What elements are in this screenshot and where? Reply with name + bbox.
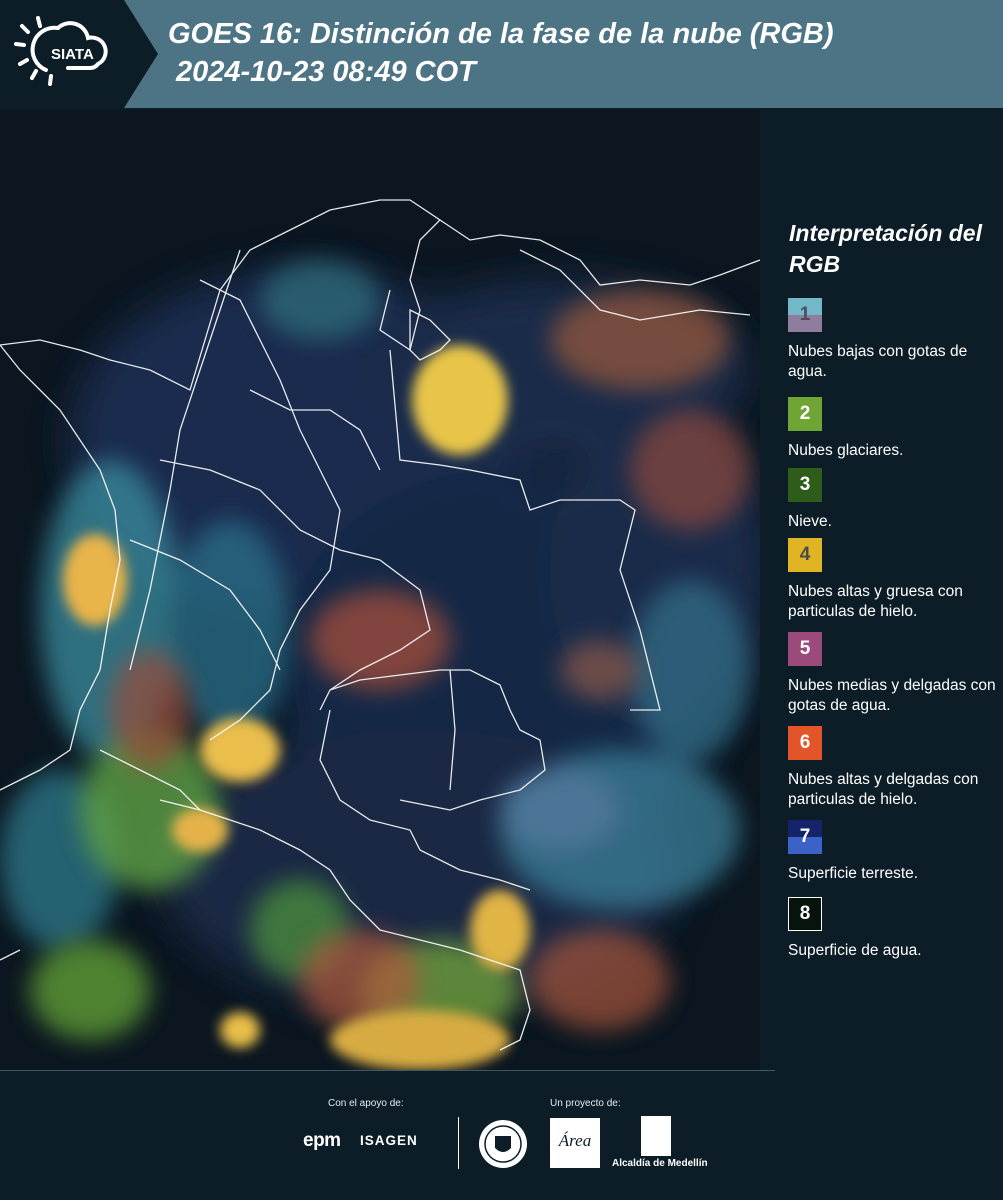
legend-panel: Interpretación del RGB 1 Nubes bajas con …	[760, 110, 1003, 1070]
legend-number: 7	[799, 826, 811, 847]
footer-separator	[0, 1070, 775, 1071]
legend-description: Nubes altas y delgadas con particulas de…	[788, 771, 979, 808]
header-bar: SIATA GOES 16: Distinción de la fase de …	[0, 0, 1003, 108]
siata-logo-text: SIATA	[51, 46, 94, 63]
amva-logo-text: Área	[558, 1131, 592, 1150]
sun-cloud-icon: SIATA	[14, 16, 108, 86]
project-label: Un proyecto de:	[550, 1098, 621, 1109]
legend-title: Interpretación del RGB	[789, 220, 982, 277]
university-seal-icon	[479, 1120, 527, 1168]
legend-item-8: 8 Superficie de agua.	[788, 897, 1003, 961]
legend-description: Nubes glaciares.	[788, 442, 904, 459]
legend-item-2: 2 Nubes glaciares.	[788, 397, 1003, 461]
satellite-rgb-map	[0, 110, 760, 1070]
legend-number: 1	[799, 304, 811, 325]
legend-item-4: 4 Nubes altas y gruesa con particulas de …	[788, 538, 1003, 622]
legend-description: Nubes medias y delgadas con gotas de agu…	[788, 677, 996, 714]
legend-swatch: 6	[788, 726, 822, 760]
legend-swatch: 3	[788, 468, 822, 502]
footer: Con el apoyo de: Un proyecto de: epm ISA…	[0, 1070, 1003, 1200]
alcaldia-crest-icon	[641, 1116, 671, 1156]
satellite-image	[0, 110, 760, 1070]
support-label: Con el apoyo de:	[328, 1098, 404, 1109]
legend-swatch: 7	[788, 820, 822, 854]
legend-swatch: 5	[788, 632, 822, 666]
legend-description: Nubes bajas con gotas de agua.	[788, 343, 968, 380]
legend-item-7: 7 Superficie terreste.	[788, 820, 1003, 884]
siata-logo: SIATA	[0, 0, 158, 108]
alcaldia-label: Alcaldía de Medellín	[612, 1158, 708, 1169]
legend-swatch: 4	[788, 538, 822, 572]
amva-logo: Área	[550, 1118, 600, 1168]
legend-swatch: 8	[788, 897, 822, 931]
footer-divider	[458, 1117, 459, 1169]
legend-item-3: 3 Nieve.	[788, 468, 1003, 532]
legend-description: Superficie terreste.	[788, 865, 919, 882]
epm-logo: epm	[303, 1130, 341, 1151]
legend-description: Superficie de agua.	[788, 942, 922, 959]
page-timestamp: 2024-10-23 08:49 COT	[176, 56, 476, 88]
legend-item-6: 6 Nubes altas y delgadas con particulas d…	[788, 726, 1003, 810]
legend-description: Nieve.	[788, 513, 832, 530]
isagen-logo: ISAGEN	[360, 1133, 418, 1148]
legend-swatch: 1	[788, 298, 822, 332]
page-title: GOES 16: Distinción de la fase de la nub…	[168, 18, 834, 50]
legend-description: Nubes altas y gruesa con particulas de h…	[788, 583, 963, 620]
legend-swatch: 2	[788, 397, 822, 431]
legend-item-5: 5 Nubes medias y delgadas con gotas de ag…	[788, 632, 1003, 716]
legend-item-1: 1 Nubes bajas con gotas de agua.	[788, 298, 1003, 382]
